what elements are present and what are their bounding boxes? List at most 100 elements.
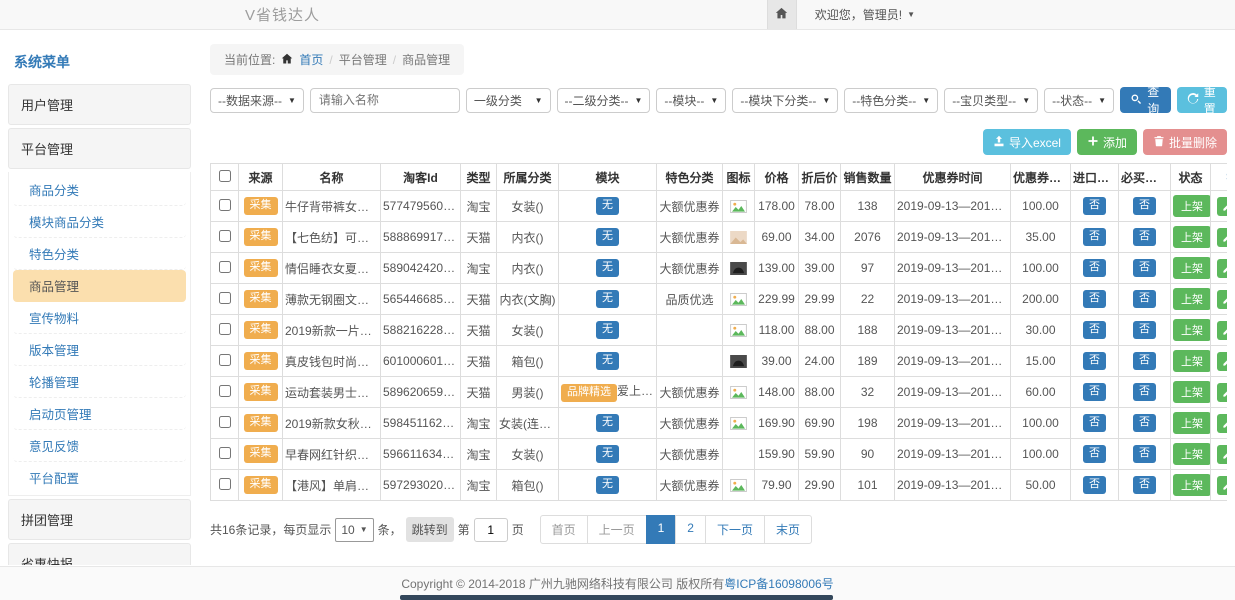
per-page-select[interactable]: 10 ▼ bbox=[335, 518, 373, 542]
edit-button[interactable] bbox=[1217, 476, 1227, 495]
copyright-text: Copyright © 2014-2018 广州九驰网络科技有限公司 版权所有 bbox=[401, 575, 724, 592]
status-toggle-button[interactable]: 上架 bbox=[1173, 350, 1211, 372]
select-all-checkbox[interactable] bbox=[219, 170, 231, 182]
sidebar-subitem[interactable]: 版本管理 bbox=[13, 334, 186, 366]
import-optimal-badge[interactable]: 否 bbox=[1083, 352, 1106, 369]
sidebar-item[interactable]: 用户管理 bbox=[8, 84, 191, 125]
must-buy-badge[interactable]: 否 bbox=[1133, 445, 1156, 462]
import-optimal-badge[interactable]: 否 bbox=[1083, 259, 1106, 276]
sidebar-item[interactable]: 拼团管理 bbox=[8, 499, 191, 540]
status-toggle-button[interactable]: 上架 bbox=[1173, 443, 1211, 465]
status-toggle-button[interactable]: 上架 bbox=[1173, 319, 1211, 341]
must-buy-badge[interactable]: 否 bbox=[1133, 228, 1156, 245]
row-checkbox[interactable] bbox=[219, 323, 231, 335]
pager-button[interactable]: 1 bbox=[646, 515, 677, 544]
import-optimal-badge[interactable]: 否 bbox=[1083, 321, 1106, 338]
cell-coupon-amount: 100.00 bbox=[1011, 408, 1071, 439]
filter-select[interactable]: --数据来源--▼ bbox=[210, 88, 304, 113]
import-optimal-badge[interactable]: 否 bbox=[1083, 445, 1106, 462]
add-button[interactable]: 添加 bbox=[1077, 129, 1137, 155]
horizontal-scrollbar-thumb[interactable] bbox=[400, 595, 833, 600]
import-optimal-badge[interactable]: 否 bbox=[1083, 414, 1106, 431]
pager-button[interactable]: 首页 bbox=[540, 515, 588, 544]
must-buy-badge[interactable]: 否 bbox=[1133, 414, 1156, 431]
row-checkbox[interactable] bbox=[219, 261, 231, 273]
home-button[interactable] bbox=[767, 0, 797, 29]
import-optimal-badge[interactable]: 否 bbox=[1083, 290, 1106, 307]
sidebar-subitem-active[interactable]: 商品管理 bbox=[13, 270, 186, 302]
column-header: 进口优选 bbox=[1071, 164, 1119, 191]
import-optimal-badge[interactable]: 否 bbox=[1083, 476, 1106, 493]
pager-button[interactable]: 末页 bbox=[764, 515, 812, 544]
status-toggle-button[interactable]: 上架 bbox=[1173, 288, 1211, 310]
reset-button[interactable]: 重置 bbox=[1177, 87, 1227, 113]
row-checkbox[interactable] bbox=[219, 478, 231, 490]
edit-button[interactable] bbox=[1217, 414, 1227, 433]
sidebar-item[interactable]: 省惠快报 bbox=[8, 543, 191, 565]
status-toggle-button[interactable]: 上架 bbox=[1173, 474, 1211, 496]
status-toggle-button[interactable]: 上架 bbox=[1173, 226, 1211, 248]
row-checkbox[interactable] bbox=[219, 385, 231, 397]
edit-button[interactable] bbox=[1217, 259, 1227, 278]
pager-button[interactable]: 下一页 bbox=[705, 515, 765, 544]
filter-select[interactable]: --二级分类--▼ bbox=[557, 88, 651, 113]
row-checkbox[interactable] bbox=[219, 416, 231, 428]
status-toggle-button[interactable]: 上架 bbox=[1173, 257, 1211, 279]
sidebar-subitem[interactable]: 模块商品分类 bbox=[13, 206, 186, 238]
user-menu[interactable]: 欢迎您，管理员! ▼ bbox=[815, 6, 915, 23]
icp-link[interactable]: 粤ICP备16098006号 bbox=[724, 575, 833, 592]
edit-button[interactable] bbox=[1217, 197, 1227, 216]
import-optimal-badge[interactable]: 否 bbox=[1083, 228, 1106, 245]
pager-button[interactable]: 上一页 bbox=[587, 515, 647, 544]
status-toggle-button[interactable]: 上架 bbox=[1173, 195, 1211, 217]
import-excel-button[interactable]: 导入excel bbox=[983, 129, 1071, 155]
edit-button[interactable] bbox=[1217, 352, 1227, 371]
edit-button[interactable] bbox=[1217, 290, 1227, 309]
breadcrumb-home-link[interactable]: 首页 bbox=[299, 51, 323, 68]
filter-select[interactable]: --模块下分类--▼ bbox=[732, 88, 838, 113]
pager-button[interactable]: 2 bbox=[675, 515, 706, 544]
filter-select[interactable]: --模块--▼ bbox=[656, 88, 726, 113]
cell-import-optimal: 否 bbox=[1071, 470, 1119, 501]
sidebar-subitem[interactable]: 平台配置 bbox=[13, 462, 186, 493]
filter-select[interactable]: 一级分类▼ bbox=[466, 88, 551, 113]
must-buy-badge[interactable]: 否 bbox=[1133, 476, 1156, 493]
must-buy-badge[interactable]: 否 bbox=[1133, 259, 1156, 276]
edit-button[interactable] bbox=[1217, 383, 1227, 402]
jump-button[interactable]: 跳转到 bbox=[406, 517, 454, 542]
import-optimal-badge[interactable]: 否 bbox=[1083, 383, 1106, 400]
edit-button[interactable] bbox=[1217, 321, 1227, 340]
sidebar-subitem[interactable]: 商品分类 bbox=[13, 174, 186, 206]
sidebar-subitem[interactable]: 启动页管理 bbox=[13, 398, 186, 430]
name-search-input[interactable] bbox=[310, 88, 460, 113]
cell-price: 178.00 bbox=[755, 191, 799, 222]
import-optimal-badge[interactable]: 否 bbox=[1083, 197, 1106, 214]
sidebar-item[interactable]: 平台管理 bbox=[8, 128, 191, 169]
must-buy-badge[interactable]: 否 bbox=[1133, 290, 1156, 307]
must-buy-badge[interactable]: 否 bbox=[1133, 383, 1156, 400]
row-checkbox[interactable] bbox=[219, 447, 231, 459]
row-checkbox[interactable] bbox=[219, 354, 231, 366]
sidebar-subitem[interactable]: 宣传物料 bbox=[13, 302, 186, 334]
status-toggle-button[interactable]: 上架 bbox=[1173, 381, 1211, 403]
must-buy-badge[interactable]: 否 bbox=[1133, 197, 1156, 214]
sidebar-subitem[interactable]: 意见反馈 bbox=[13, 430, 186, 462]
sidebar-subitem[interactable]: 轮播管理 bbox=[13, 366, 186, 398]
row-checkbox[interactable] bbox=[219, 199, 231, 211]
edit-button[interactable] bbox=[1217, 445, 1227, 464]
must-buy-badge[interactable]: 否 bbox=[1133, 352, 1156, 369]
edit-button[interactable] bbox=[1217, 228, 1227, 247]
page-number-input[interactable] bbox=[474, 518, 508, 542]
chevron-down-icon: ▼ bbox=[535, 96, 543, 105]
filter-select[interactable]: --状态--▼ bbox=[1044, 88, 1114, 113]
sidebar-subitem[interactable]: 特色分类 bbox=[13, 238, 186, 270]
batch-delete-button[interactable]: 批量删除 bbox=[1143, 129, 1227, 155]
cell-price: 39.00 bbox=[755, 346, 799, 377]
search-button[interactable]: 查询 bbox=[1120, 87, 1170, 113]
row-checkbox[interactable] bbox=[219, 230, 231, 242]
must-buy-badge[interactable]: 否 bbox=[1133, 321, 1156, 338]
row-checkbox[interactable] bbox=[219, 292, 231, 304]
filter-select[interactable]: --特色分类--▼ bbox=[844, 88, 938, 113]
status-toggle-button[interactable]: 上架 bbox=[1173, 412, 1211, 434]
filter-select[interactable]: --宝贝类型--▼ bbox=[944, 88, 1038, 113]
